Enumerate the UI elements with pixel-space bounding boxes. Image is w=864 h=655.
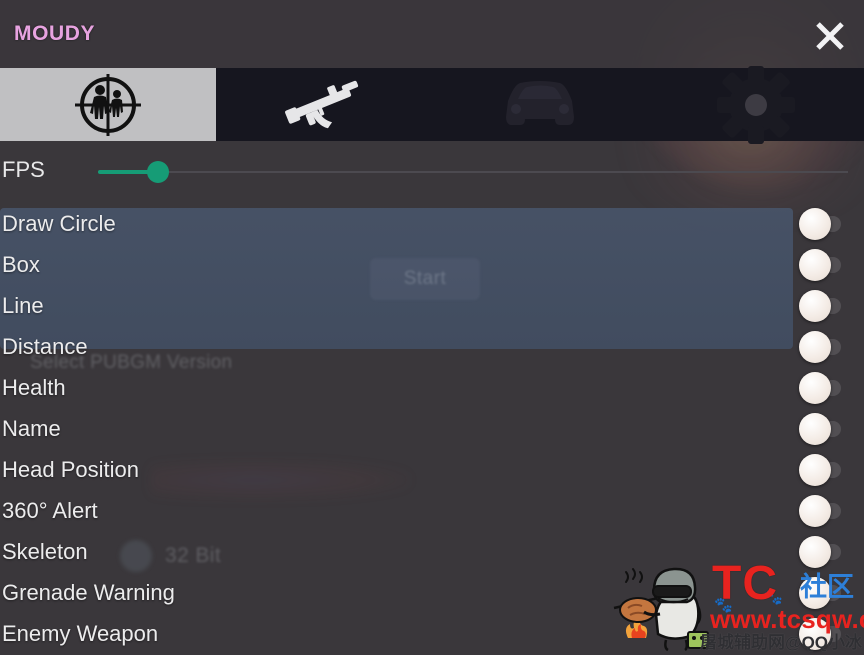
toggle-grenade-warning[interactable] — [799, 576, 843, 609]
option-label: Health — [2, 374, 66, 400]
option-row-360-alert[interactable]: 360° Alert — [0, 490, 864, 531]
crosshair-player-icon — [75, 73, 141, 136]
option-row-box[interactable]: Box — [0, 244, 864, 285]
option-row-health[interactable]: Health — [0, 367, 864, 408]
tab-bar — [0, 65, 864, 144]
tab-vehicle[interactable] — [432, 68, 648, 141]
option-row-enemy-weapon[interactable]: Enemy Weapon — [0, 613, 864, 654]
toggle-head-position[interactable] — [799, 453, 843, 486]
toggle-skeleton[interactable] — [799, 535, 843, 568]
esp-options-list: Draw Circle Box Line Distance Health Nam… — [0, 203, 864, 654]
toggle-box[interactable] — [799, 248, 843, 281]
option-label: Line — [2, 292, 44, 318]
window-header: MOUDY — [0, 0, 864, 68]
option-row-distance[interactable]: Distance — [0, 326, 864, 367]
toggle-knob — [799, 289, 831, 322]
option-label: Draw Circle — [2, 210, 116, 236]
toggle-distance[interactable] — [799, 330, 843, 363]
car-icon — [506, 80, 574, 125]
toggle-knob — [799, 207, 831, 240]
fps-label: FPS — [2, 157, 45, 182]
option-label: Head Position — [2, 456, 139, 482]
toggle-knob — [799, 412, 831, 445]
app-title: MOUDY — [14, 22, 96, 45]
toggle-knob — [799, 453, 831, 486]
moudy-cheat-menu-window: Start Select PUBGM Version 32 Bit MOUDY — [0, 0, 864, 655]
toggle-knob — [799, 576, 831, 609]
toggle-draw-circle[interactable] — [799, 207, 843, 240]
gear-icon — [717, 65, 795, 144]
option-label: Enemy Weapon — [2, 620, 159, 646]
option-row-grenade-warning[interactable]: Grenade Warning — [0, 572, 864, 613]
option-label: 360° Alert — [2, 497, 98, 523]
fps-slider-track — [98, 171, 848, 173]
toggle-knob — [799, 330, 831, 363]
fps-slider[interactable] — [98, 161, 848, 183]
toggle-name[interactable] — [799, 412, 843, 445]
option-row-skeleton[interactable]: Skeleton — [0, 531, 864, 572]
tab-settings[interactable] — [648, 65, 864, 144]
toggle-knob — [799, 248, 831, 281]
option-label: Grenade Warning — [2, 579, 175, 605]
option-label: Name — [2, 415, 61, 441]
option-row-head-position[interactable]: Head Position — [0, 449, 864, 490]
option-label: Box — [2, 251, 40, 277]
close-icon — [816, 22, 844, 50]
tab-weapon[interactable] — [216, 68, 432, 141]
toggle-knob — [799, 617, 831, 650]
option-label: Skeleton — [2, 538, 88, 564]
toggle-enemy-weapon[interactable] — [799, 617, 843, 650]
toggle-knob — [799, 494, 831, 527]
tab-aim[interactable] — [0, 68, 216, 141]
close-button[interactable] — [808, 14, 852, 58]
option-row-name[interactable]: Name — [0, 408, 864, 449]
rifle-icon — [285, 80, 359, 128]
toggle-knob — [799, 371, 831, 404]
toggle-line[interactable] — [799, 289, 843, 322]
toggle-knob — [799, 535, 831, 568]
toggle-health[interactable] — [799, 371, 843, 404]
fps-slider-thumb[interactable] — [147, 161, 169, 183]
fps-setting-row: FPS — [0, 145, 864, 203]
toggle-360-alert[interactable] — [799, 494, 843, 527]
option-label: Distance — [2, 333, 88, 359]
option-row-draw-circle[interactable]: Draw Circle — [0, 203, 864, 244]
option-row-line[interactable]: Line — [0, 285, 864, 326]
